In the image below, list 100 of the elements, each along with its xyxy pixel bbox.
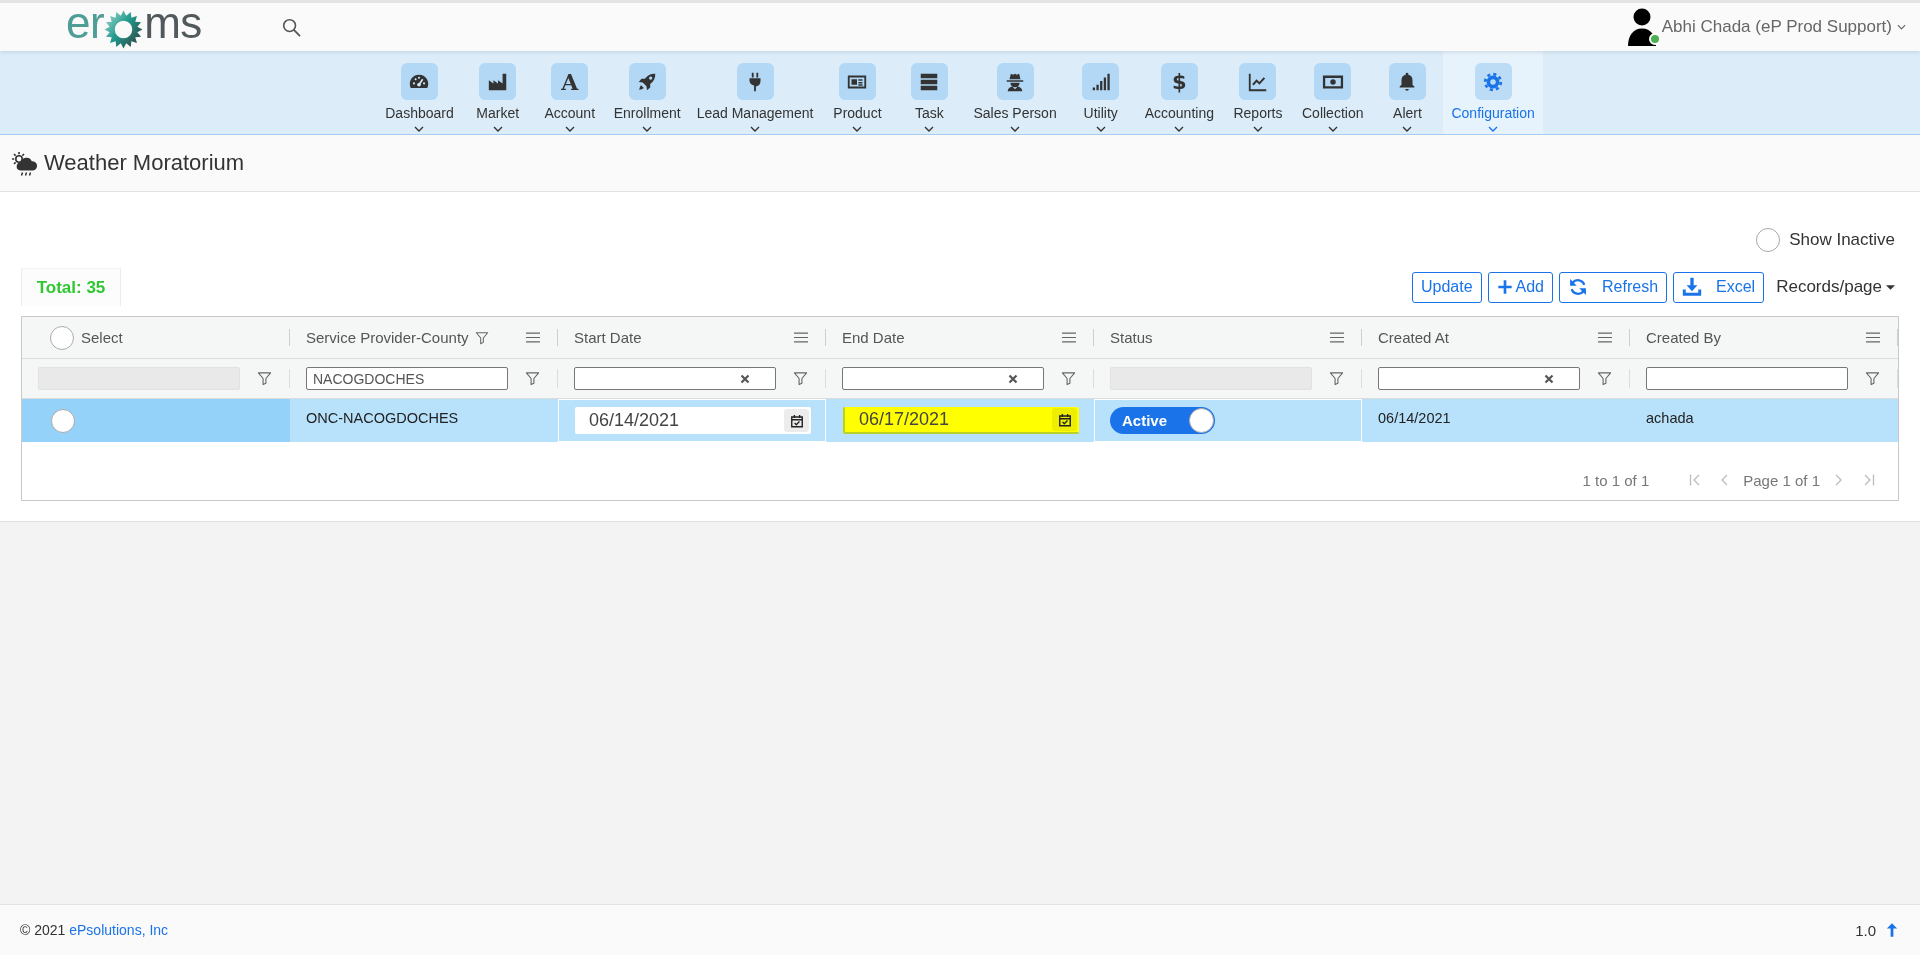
status-toggle[interactable]: Active <box>1110 407 1215 434</box>
date-field[interactable]: 06/17/2021 <box>843 407 1079 434</box>
logo-link[interactable]: er ms <box>66 6 202 48</box>
letter-icon: A <box>551 63 589 100</box>
filter-field[interactable] <box>1646 367 1848 390</box>
filter-icon[interactable] <box>1865 371 1880 386</box>
calendar-button[interactable] <box>1052 408 1077 431</box>
menu-icon[interactable] <box>526 332 540 343</box>
nav-item[interactable]: Task <box>893 51 966 134</box>
dollar-icon: $ <box>1160 63 1198 100</box>
nav-item[interactable]: Reports <box>1222 51 1294 134</box>
date-field[interactable]: 06/14/2021 <box>575 407 811 434</box>
arrow-up-icon[interactable] <box>1886 922 1898 938</box>
search-icon[interactable] <box>281 17 301 37</box>
row-select-radio[interactable] <box>51 408 75 433</box>
clear-icon[interactable] <box>740 373 750 384</box>
menu-icon[interactable] <box>1866 332 1880 343</box>
nav-item[interactable]: Sales Person <box>965 51 1065 134</box>
nav-item[interactable]: Alert <box>1371 51 1444 134</box>
filter-field[interactable] <box>1378 367 1580 390</box>
chevron-down-icon <box>1095 126 1106 132</box>
menu-icon[interactable] <box>1598 332 1612 343</box>
calendar-icon <box>1057 412 1072 427</box>
newspaper-icon <box>838 63 876 100</box>
chevron-down-icon <box>1174 126 1185 132</box>
factory-icon <box>479 63 517 100</box>
user-menu[interactable]: Abhi Chada (eP Prod Support) <box>1627 8 1906 46</box>
chevron-down-icon <box>642 126 653 132</box>
excel-button[interactable]: Excel <box>1673 271 1765 303</box>
nav-item[interactable]: $ Accounting <box>1136 51 1222 134</box>
chevron-down-icon <box>1488 126 1499 132</box>
page-indicator: Page 1 of 1 <box>1743 471 1820 489</box>
nav-item[interactable]: Dashboard <box>377 51 462 134</box>
filter-icon[interactable] <box>1329 371 1344 386</box>
plus-icon <box>1496 279 1513 295</box>
caret-down-icon <box>1886 284 1895 290</box>
column-header[interactable]: Service Provider-County <box>306 329 469 346</box>
update-button[interactable]: Update <box>1411 271 1482 303</box>
menu-icon[interactable] <box>794 332 808 343</box>
nav-item[interactable]: Lead Management <box>688 51 822 134</box>
gear-logo-icon <box>104 9 144 49</box>
bell-icon <box>1388 63 1426 100</box>
calendar-button[interactable] <box>784 409 809 432</box>
clear-icon[interactable] <box>1008 373 1018 384</box>
chevron-down-icon <box>1327 126 1338 132</box>
plug-icon <box>736 63 774 100</box>
column-header[interactable]: Start Date <box>574 329 642 346</box>
signal-bars-icon <box>1082 63 1120 100</box>
nav-item[interactable]: Product <box>821 51 894 134</box>
table-cell-text: achada <box>1645 409 1695 428</box>
filter-icon[interactable] <box>257 371 272 386</box>
company-link[interactable]: ePsolutions, Inc <box>69 922 169 938</box>
chevron-down-icon <box>1010 126 1021 132</box>
filter-field[interactable]: NACOGDOCHES <box>306 367 508 390</box>
person-hat-icon <box>996 63 1034 100</box>
chevron-down-icon <box>1897 24 1906 30</box>
server-icon <box>910 63 948 100</box>
select-all-radio[interactable] <box>50 325 74 350</box>
pagination-summary: 1 to 1 of 1 <box>1582 471 1650 489</box>
clear-icon[interactable] <box>1544 373 1554 384</box>
menu-icon[interactable] <box>1330 332 1344 343</box>
chevron-down-icon <box>852 126 863 132</box>
filter-field[interactable] <box>574 367 776 390</box>
page-title: Weather Moratorium <box>44 150 245 176</box>
nav-item[interactable]: Collection <box>1294 51 1372 134</box>
column-header[interactable]: End Date <box>842 329 905 346</box>
calendar-icon <box>789 413 804 428</box>
filter-icon[interactable] <box>525 371 540 386</box>
filter-field[interactable] <box>842 367 1044 390</box>
version-text: 1.0 <box>1855 921 1876 939</box>
chevron-down-icon <box>924 126 935 132</box>
gear-icon <box>1474 63 1512 100</box>
download-icon <box>1682 277 1703 297</box>
column-header[interactable]: Status <box>1110 329 1153 346</box>
add-button[interactable]: Add <box>1487 271 1553 303</box>
filter-icon[interactable] <box>793 371 808 386</box>
table-row[interactable]: ONC-NACOGDOCHES 06/14/2021 06/17/2021 Active 06/14/2021 achada <box>22 399 1898 442</box>
nav-item[interactable]: A Account <box>533 51 606 134</box>
column-header[interactable]: Created At <box>1378 329 1449 346</box>
user-avatar-icon <box>1627 8 1656 46</box>
nav-item[interactable]: Utility <box>1064 51 1137 134</box>
nav-item[interactable]: Market <box>461 51 534 134</box>
refresh-button[interactable]: Refresh <box>1559 271 1668 303</box>
banknote-icon <box>1314 63 1352 100</box>
table-cell-text: 06/14/2021 <box>1377 409 1452 428</box>
nav-item[interactable]: Enrollment <box>605 51 689 134</box>
sun-cloud-rain-icon <box>11 150 39 176</box>
records-per-page-dropdown[interactable]: Records/page <box>1776 277 1899 297</box>
filter-icon[interactable] <box>1061 371 1076 386</box>
chevron-down-icon <box>414 126 425 132</box>
rocket-icon <box>628 63 666 100</box>
column-header: Select <box>81 329 123 346</box>
chevron-down-icon <box>750 126 761 132</box>
nav-item[interactable]: Configuration <box>1443 51 1543 134</box>
refresh-icon <box>1568 277 1588 297</box>
chevron-down-icon <box>564 126 575 132</box>
table-cell-text: ONC-NACOGDOCHES <box>305 409 460 428</box>
filter-icon[interactable] <box>1597 371 1612 386</box>
column-header[interactable]: Created By <box>1646 329 1722 346</box>
menu-icon[interactable] <box>1062 332 1076 343</box>
